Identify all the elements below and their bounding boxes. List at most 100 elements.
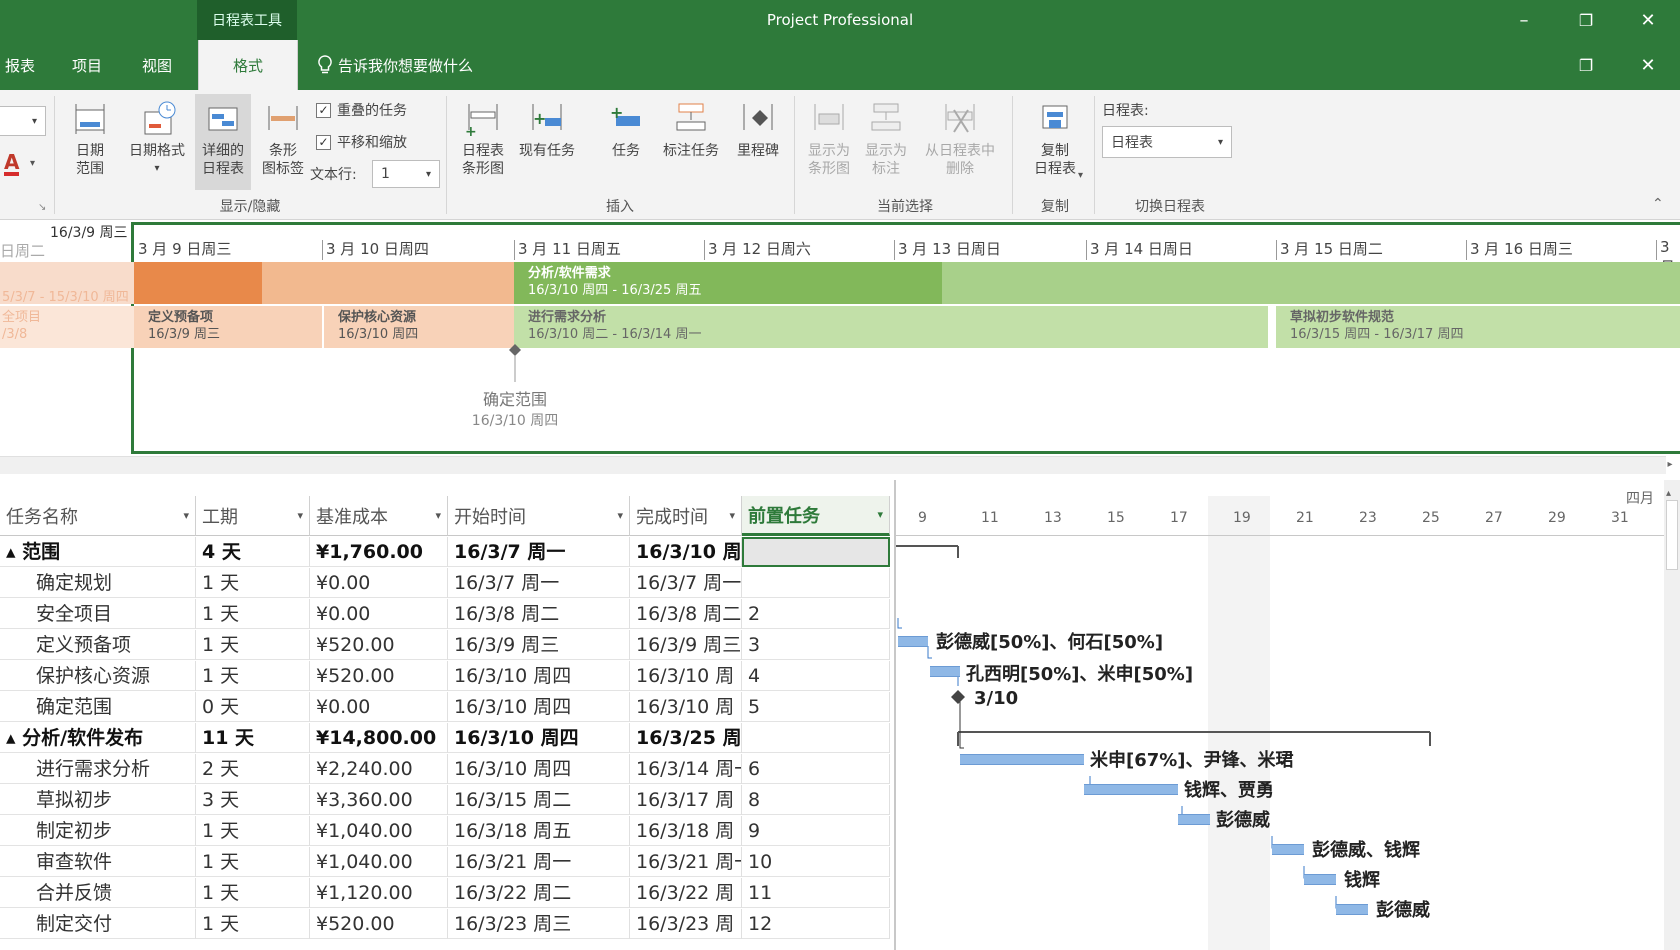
- cell-cost[interactable]: ¥14,800.00: [310, 723, 448, 753]
- date-format-button[interactable]: 日期格式 ▾: [122, 100, 192, 178]
- font-color-dropdown-icon[interactable]: ▾: [30, 158, 35, 169]
- column-header-duration[interactable]: 工期 ▾: [196, 496, 310, 536]
- bar-labels-button[interactable]: 条形 图标签: [255, 100, 311, 178]
- text-lines-combo[interactable]: 1 ▾: [372, 160, 440, 188]
- cell-name[interactable]: 审查软件: [0, 847, 196, 877]
- timeline-bar-protect[interactable]: 保护核心资源 16/3/10 周四: [324, 306, 514, 348]
- cell-cost[interactable]: ¥1,760.00: [310, 537, 448, 567]
- tab-view[interactable]: 视图: [132, 40, 182, 90]
- cell-start[interactable]: 16/3/9 周三: [448, 630, 630, 660]
- gantt-bar[interactable]: [960, 754, 1084, 765]
- timeline-bar-analysis[interactable]: 分析/软件需求 16/3/10 周四 - 16/3/25 周五: [514, 262, 942, 304]
- gantt-bar[interactable]: [1178, 814, 1210, 825]
- gantt-bar[interactable]: [1272, 844, 1304, 855]
- cell-dur[interactable]: 1 天: [196, 816, 310, 846]
- column-header-finish[interactable]: 完成时间 ▾: [630, 496, 742, 536]
- cell-start[interactable]: 16/3/10 周四: [448, 723, 630, 753]
- cell-cost[interactable]: ¥520.00: [310, 630, 448, 660]
- cell-name[interactable]: 确定规划: [0, 568, 196, 598]
- cell-name[interactable]: 草拟初步: [0, 785, 196, 815]
- cell-start[interactable]: 16/3/22 周二: [448, 878, 630, 908]
- cell-finish[interactable]: 16/3/23 周: [630, 909, 742, 939]
- cell-dur[interactable]: 1 天: [196, 599, 310, 629]
- cell-cost[interactable]: ¥0.00: [310, 692, 448, 722]
- cell-pred[interactable]: [742, 723, 890, 753]
- filter-dropdown-icon[interactable]: ▾: [435, 509, 441, 522]
- table-row[interactable]: ▴ 分析/软件发布 11 天 ¥14,800.00 16/3/10 周四 16/3/25…: [0, 723, 890, 753]
- cell-pred[interactable]: 8: [742, 785, 890, 815]
- cell-dur[interactable]: 11 天: [196, 723, 310, 753]
- milestone-button[interactable]: 里程碑: [728, 100, 788, 160]
- timeline-bar-draft[interactable]: 草拟初步软件规范 16/3/15 周四 - 16/3/17 周四: [1276, 306, 1680, 348]
- cell-dur[interactable]: 4 天: [196, 537, 310, 567]
- minimize-button[interactable]: –: [1494, 0, 1554, 40]
- cell-pred[interactable]: [742, 537, 890, 567]
- cell-cost[interactable]: ¥1,040.00: [310, 847, 448, 877]
- table-row[interactable]: 保护核心资源 1 天 ¥520.00 16/3/10 周四 16/3/10 周4: [0, 661, 890, 691]
- cell-start[interactable]: 16/3/10 周四: [448, 754, 630, 784]
- column-header-predecessors[interactable]: 前置任务 ▾: [742, 496, 890, 536]
- tab-project[interactable]: 项目: [62, 40, 112, 90]
- cell-start[interactable]: 16/3/8 周二: [448, 599, 630, 629]
- cell-finish[interactable]: 16/3/22 周: [630, 878, 742, 908]
- cell-name[interactable]: 定义预备项: [0, 630, 196, 660]
- copy-timeline-button[interactable]: 复制 日程表: [1020, 100, 1090, 178]
- collapse-ribbon-icon[interactable]: ⌃: [1652, 196, 1664, 212]
- timeline-bar-analysis-cont[interactable]: [942, 262, 1680, 304]
- cell-dur[interactable]: 0 天: [196, 692, 310, 722]
- timeline-scrollbar[interactable]: [0, 456, 1666, 474]
- dialog-launcher-icon[interactable]: ↘: [38, 202, 46, 213]
- cell-pred[interactable]: 9: [742, 816, 890, 846]
- timeline-bar-scope-orange[interactable]: [134, 262, 262, 304]
- cell-start[interactable]: 16/3/15 周二: [448, 785, 630, 815]
- pan-zoom-checkbox[interactable]: ✓ 平移和缩放: [316, 132, 407, 152]
- chevron-down-icon[interactable]: ▾: [1078, 170, 1083, 181]
- gantt-bar[interactable]: [1304, 874, 1336, 885]
- cell-name[interactable]: 合并反馈: [0, 878, 196, 908]
- filter-dropdown-icon[interactable]: ▾: [183, 509, 189, 522]
- cell-pred[interactable]: 2: [742, 599, 890, 629]
- overlap-tasks-checkbox[interactable]: ✓ 重叠的任务: [316, 100, 407, 120]
- column-header-start[interactable]: 开始时间 ▾: [448, 496, 630, 536]
- filter-dropdown-icon[interactable]: ▾: [297, 509, 303, 522]
- cell-cost[interactable]: ¥2,240.00: [310, 754, 448, 784]
- gantt-bar[interactable]: [898, 636, 928, 647]
- table-row[interactable]: 制定初步 1 天 ¥1,040.00 16/3/18 周五 16/3/18 周9: [0, 816, 890, 846]
- cell-finish[interactable]: 16/3/7 周一: [630, 568, 742, 598]
- display-as-bar-button[interactable]: 显示为 条形图: [800, 100, 858, 178]
- close-button[interactable]: ✕: [1618, 0, 1678, 40]
- font-color-button[interactable]: A: [4, 152, 20, 176]
- timeline-switch-combo[interactable]: 日程表 ▾: [1102, 126, 1232, 158]
- table-row[interactable]: 审查软件 1 天 ¥1,040.00 16/3/21 周一 16/3/21 周一 10: [0, 847, 890, 877]
- cell-pred[interactable]: 12: [742, 909, 890, 939]
- cell-start[interactable]: 16/3/7 周一: [448, 568, 630, 598]
- cell-cost[interactable]: ¥1,040.00: [310, 816, 448, 846]
- cell-pred[interactable]: 5: [742, 692, 890, 722]
- cell-pred[interactable]: 6: [742, 754, 890, 784]
- cell-finish[interactable]: 16/3/10 周: [630, 692, 742, 722]
- tab-format[interactable]: 格式: [198, 40, 298, 90]
- timeline-bar-req-analysis[interactable]: 进行需求分析 16/3/10 周二 - 16/3/14 周一: [514, 306, 1268, 348]
- table-row[interactable]: 安全项目 1 天 ¥0.00 16/3/8 周二 16/3/8 周二 2: [0, 599, 890, 629]
- detailed-timeline-button[interactable]: 详细的 日程表: [195, 94, 251, 190]
- task-button[interactable]: + 任务: [598, 100, 654, 160]
- cell-cost[interactable]: ¥520.00: [310, 661, 448, 691]
- table-row[interactable]: ▴ 范围 4 天 ¥1,760.00 16/3/7 周一 16/3/10 周: [0, 537, 890, 567]
- cell-dur[interactable]: 1 天: [196, 661, 310, 691]
- cell-finish[interactable]: 16/3/10 周: [630, 537, 742, 567]
- table-row[interactable]: 草拟初步 3 天 ¥3,360.00 16/3/15 周二 16/3/17 周8: [0, 785, 890, 815]
- cell-pred[interactable]: 3: [742, 630, 890, 660]
- cell-cost[interactable]: ¥0.00: [310, 568, 448, 598]
- cell-dur[interactable]: 1 天: [196, 878, 310, 908]
- filter-dropdown-icon[interactable]: ▾: [617, 509, 623, 522]
- cell-pred[interactable]: 11: [742, 878, 890, 908]
- cell-finish[interactable]: 16/3/25 周: [630, 723, 742, 753]
- cell-name[interactable]: ▴ 分析/软件发布: [0, 723, 196, 753]
- cell-finish[interactable]: 16/3/14 周一: [630, 754, 742, 784]
- cell-cost[interactable]: ¥1,120.00: [310, 878, 448, 908]
- column-header-baseline-cost[interactable]: 基准成本 ▾: [310, 496, 448, 536]
- cell-finish[interactable]: 16/3/21 周一: [630, 847, 742, 877]
- cell-pred[interactable]: [742, 568, 890, 598]
- tab-report[interactable]: 报表: [0, 40, 40, 90]
- cell-dur[interactable]: 2 天: [196, 754, 310, 784]
